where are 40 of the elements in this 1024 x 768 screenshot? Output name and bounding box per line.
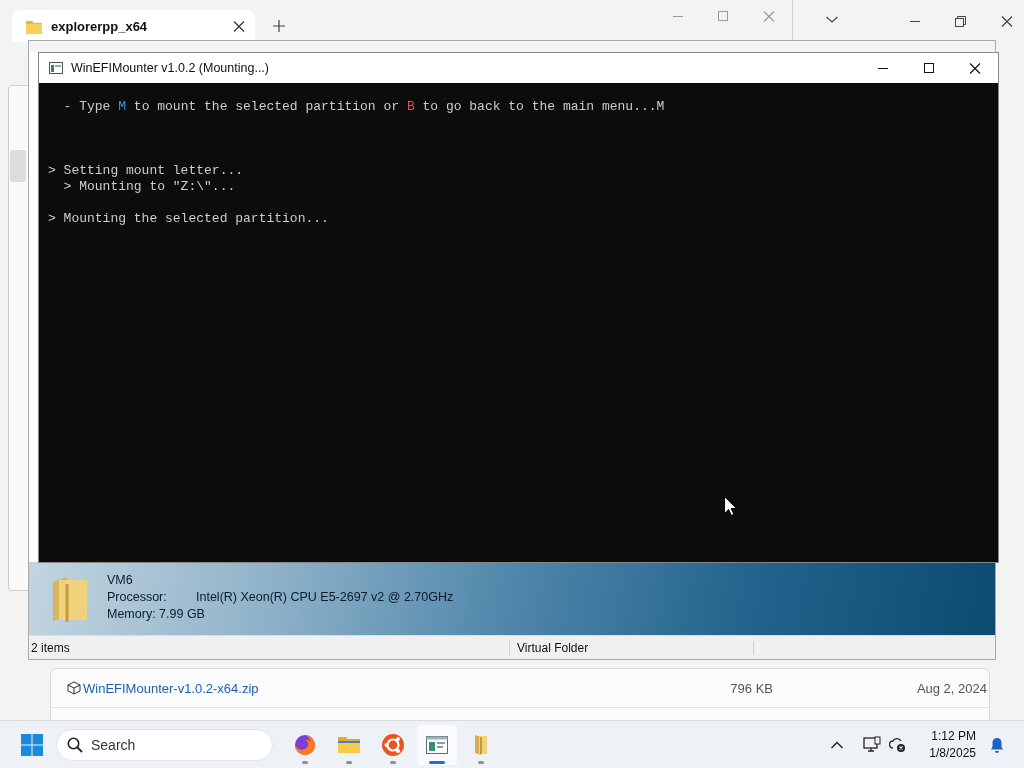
close-icon[interactable] (969, 62, 981, 74)
package-icon (67, 681, 81, 695)
field-text: Memory: 7.99 GB (107, 605, 206, 623)
status-text: Virtual Folder (517, 640, 589, 655)
clock[interactable]: 1:12 PM 1/8/2025 (929, 727, 976, 762)
ubuntu-icon (381, 732, 405, 757)
network-icon[interactable] (863, 735, 882, 754)
browser-tab[interactable]: explorerpp_x64 (12, 10, 255, 42)
console-line: > Mounting the selected partition... (48, 211, 330, 227)
bell-icon[interactable] (990, 736, 1004, 753)
selection-highlight (10, 150, 26, 182)
field-label: Processor: (107, 588, 168, 606)
console-line: - Type M to mount the selected partition or B to go back to the main menu...M (62, 99, 666, 115)
restore-icon[interactable] (955, 15, 967, 27)
taskbar-app[interactable] (417, 724, 457, 765)
maximize-icon[interactable] (923, 62, 935, 74)
console-line: > Mounting to "Z:\"... (62, 179, 237, 195)
file-date: Aug 2, 2024 (915, 680, 987, 696)
console-line: > Setting mount letter... (48, 163, 245, 179)
windows-start-icon[interactable] (20, 732, 44, 757)
plus-icon[interactable] (273, 20, 285, 32)
chevron-up-icon[interactable] (831, 740, 844, 749)
mouse-pointer-icon (724, 496, 737, 516)
status-text: 2 items (31, 640, 70, 655)
window-title: WinEFIMounter v1.0.2 (Mounting...) (71, 61, 270, 75)
folder-icon (26, 18, 42, 34)
close-icon[interactable] (233, 20, 245, 32)
clock-time: 1:12 PM (931, 727, 976, 745)
computer-name: VM6 (107, 571, 134, 589)
file-size: 796 KB (729, 680, 773, 696)
cloud-error-icon[interactable] (889, 735, 908, 754)
search-field[interactable]: Search (56, 728, 273, 761)
globe-icon (293, 732, 317, 757)
folder-icon (51, 575, 89, 622)
field-value: Intel(R) Xeon(R) CPU E5-2697 v2 @ 2.70GHz (196, 588, 454, 606)
close-icon[interactable] (1001, 15, 1013, 27)
file-link[interactable]: WinEFIMounter-v1.0.2-x64.zip (83, 680, 643, 696)
search-icon (67, 736, 83, 753)
console-app-icon (49, 62, 63, 74)
clock-date: 1/8/2025 (929, 744, 976, 762)
